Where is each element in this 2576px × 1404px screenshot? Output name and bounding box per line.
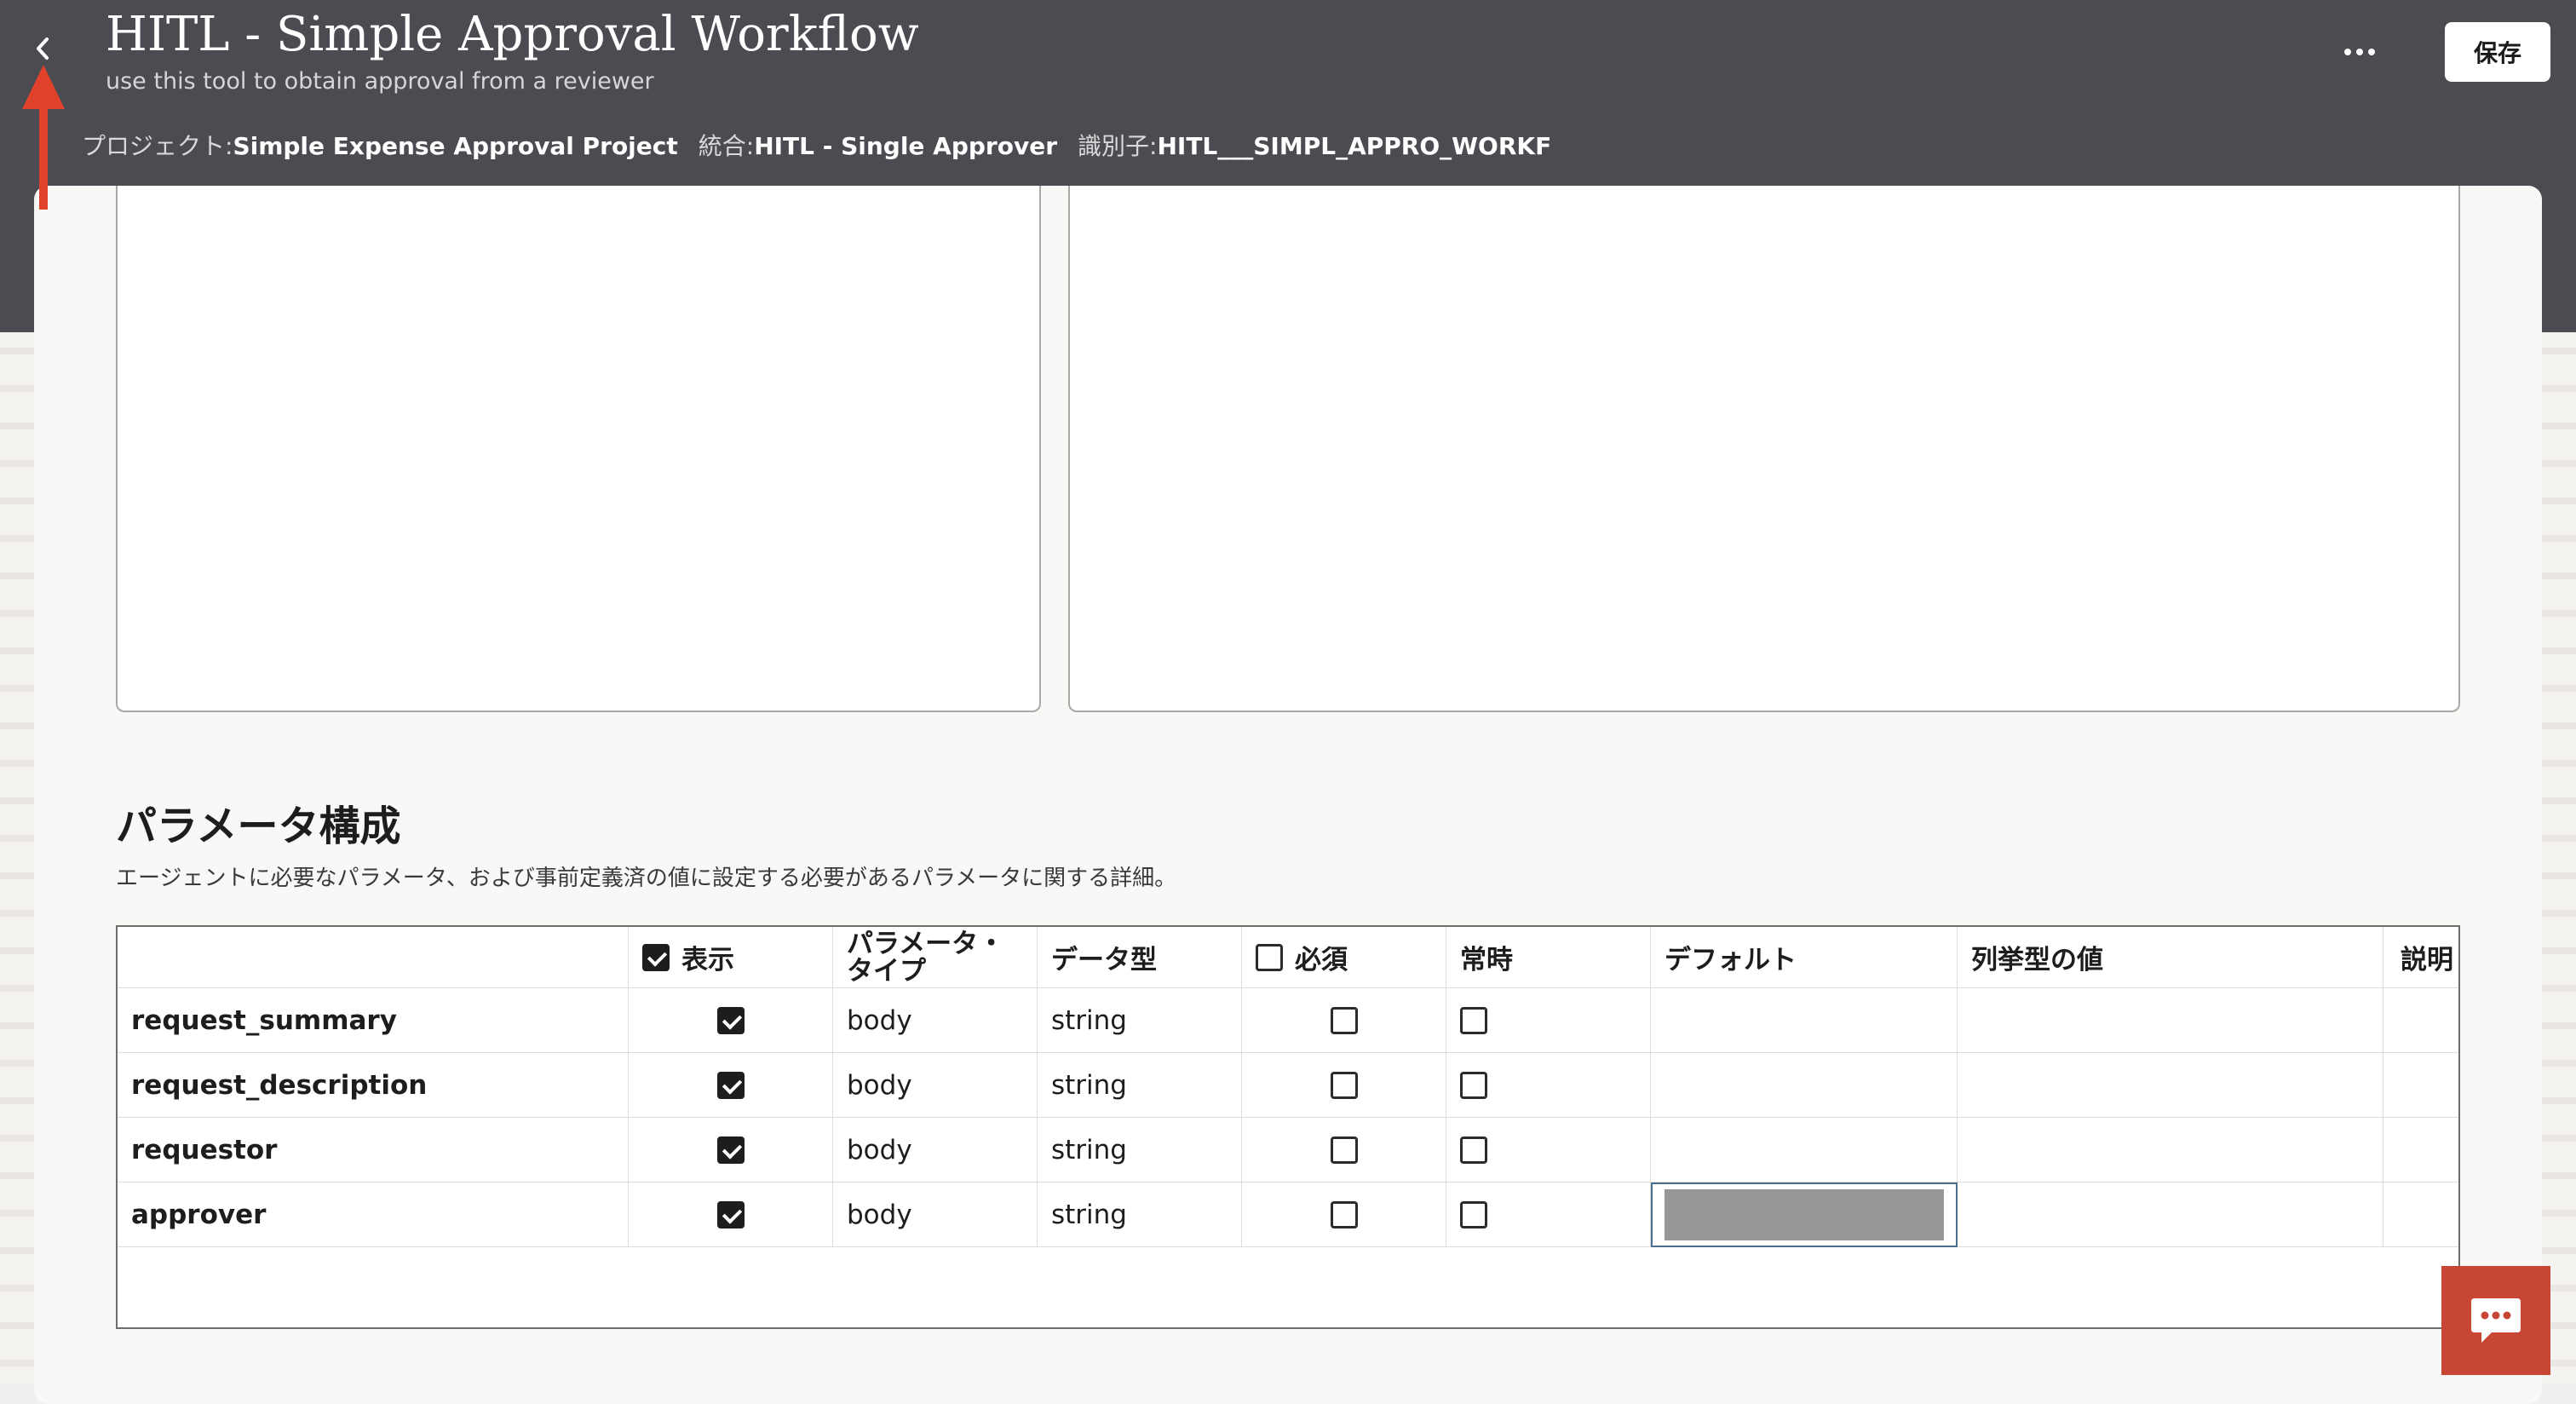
- right-editor-panel[interactable]: [1068, 186, 2460, 712]
- description-cell[interactable]: [2383, 1053, 2462, 1117]
- left-editor-panel[interactable]: [116, 186, 1041, 712]
- column-header-default: デフォルト: [1651, 927, 1958, 987]
- chat-button[interactable]: [2441, 1266, 2550, 1375]
- display-checkbox[interactable]: [717, 1136, 745, 1164]
- data-type: string: [1038, 988, 1242, 1052]
- display-checkbox[interactable]: [717, 1201, 745, 1228]
- column-header-display: 表示: [629, 927, 833, 987]
- table-row: request_summary body string: [118, 988, 2458, 1053]
- parameter-table: 表示 パラメータ・ タイプ データ型 必須 常時 デフォルト 列挙型の値 説明 …: [116, 925, 2460, 1329]
- redacted-value: [1665, 1189, 1944, 1240]
- page-title: HITL - Simple Approval Workflow: [106, 7, 919, 62]
- display-checkbox[interactable]: [717, 1007, 745, 1034]
- enum-values-cell[interactable]: [1958, 988, 2383, 1052]
- identifier-label: 識別子:: [1078, 132, 1157, 160]
- save-button[interactable]: 保存: [2445, 22, 2550, 82]
- param-type: body: [833, 1053, 1038, 1117]
- param-type: body: [833, 988, 1038, 1052]
- more-actions-button[interactable]: [2334, 31, 2385, 73]
- metadata-line: プロジェクト:Simple Expense Approval Project 統合…: [82, 128, 1572, 162]
- page-subtitle: use this tool to obtain approval from a …: [106, 68, 654, 95]
- chat-bubble-icon: [2470, 1297, 2522, 1344]
- column-header-description: 説明: [2383, 927, 2462, 987]
- section-description: エージェントに必要なパラメータ、および事前定義済の値に設定する必要があるパラメー…: [116, 860, 1176, 892]
- column-header-required: 必須: [1242, 927, 1446, 987]
- always-checkbox[interactable]: [1460, 1201, 1487, 1228]
- table-row: requestor body string: [118, 1118, 2458, 1182]
- column-header-always: 常時: [1446, 927, 1651, 987]
- project-value: Simple Expense Approval Project: [233, 132, 677, 160]
- default-value-cell[interactable]: [1651, 988, 1958, 1052]
- display-all-checkbox[interactable]: [642, 944, 670, 971]
- description-cell[interactable]: [2383, 1182, 2462, 1246]
- data-type: string: [1038, 1118, 1242, 1182]
- table-header-row: 表示 パラメータ・ タイプ データ型 必須 常時 デフォルト 列挙型の値 説明: [118, 927, 2458, 988]
- always-checkbox[interactable]: [1460, 1007, 1487, 1034]
- display-checkbox[interactable]: [717, 1072, 745, 1099]
- required-checkbox[interactable]: [1331, 1136, 1358, 1164]
- param-name: request_summary: [118, 988, 629, 1052]
- always-checkbox[interactable]: [1460, 1072, 1487, 1099]
- always-checkbox[interactable]: [1460, 1136, 1487, 1164]
- more-horizontal-icon: [2344, 49, 2351, 55]
- param-name: approver: [118, 1182, 629, 1246]
- default-value-cell[interactable]: [1651, 1053, 1958, 1117]
- project-label: プロジェクト:: [82, 132, 233, 160]
- description-cell[interactable]: [2383, 1118, 2462, 1182]
- enum-values-cell[interactable]: [1958, 1182, 2383, 1246]
- data-type: string: [1038, 1182, 1242, 1246]
- param-name: requestor: [118, 1118, 629, 1182]
- required-checkbox[interactable]: [1331, 1201, 1358, 1228]
- annotation-arrow-icon: [19, 65, 68, 210]
- data-type: string: [1038, 1053, 1242, 1117]
- section-title: パラメータ構成: [116, 792, 401, 852]
- description-cell[interactable]: [2383, 988, 2462, 1052]
- enum-values-cell[interactable]: [1958, 1118, 2383, 1182]
- table-row: approver body string: [118, 1182, 2458, 1247]
- column-header-enum-values: 列挙型の値: [1958, 927, 2383, 987]
- param-type: body: [833, 1118, 1038, 1182]
- chevron-left-icon: [32, 34, 54, 63]
- required-checkbox[interactable]: [1331, 1007, 1358, 1034]
- column-header-param-type: パラメータ・ タイプ: [833, 927, 1038, 987]
- background-edge-left: [0, 332, 36, 1384]
- table-row: request_description body string: [118, 1053, 2458, 1118]
- column-header-data-type: データ型: [1038, 927, 1242, 987]
- param-type: body: [833, 1182, 1038, 1246]
- required-checkbox[interactable]: [1331, 1072, 1358, 1099]
- background-edge-right: [2540, 332, 2576, 1384]
- default-value-cell[interactable]: [1651, 1118, 1958, 1182]
- identifier-value: HITL___SIMPL_APPRO_WORKF: [1157, 132, 1551, 160]
- column-header-name: [118, 927, 629, 987]
- integration-label: 統合:: [699, 132, 754, 160]
- param-name: request_description: [118, 1053, 629, 1117]
- default-value-input[interactable]: [1651, 1182, 1958, 1247]
- enum-values-cell[interactable]: [1958, 1053, 2383, 1117]
- required-all-checkbox[interactable]: [1256, 944, 1283, 971]
- integration-value: HITL - Single Approver: [754, 132, 1057, 160]
